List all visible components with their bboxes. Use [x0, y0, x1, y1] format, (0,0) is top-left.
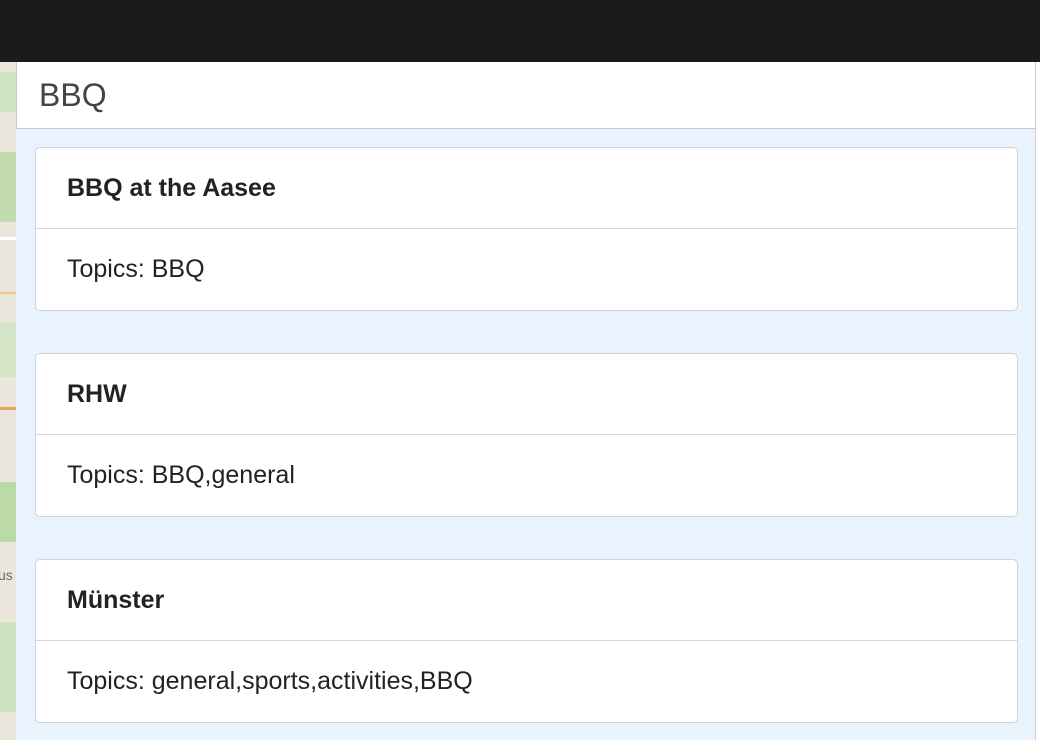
map-road: [0, 292, 16, 294]
results-panel: BBQ at the Aasee Topics: BBQ RHW Topics:…: [16, 129, 1036, 740]
map-park-area: [0, 152, 16, 222]
map-park-area: [0, 72, 16, 112]
search-input[interactable]: [39, 75, 999, 115]
search-bar: [16, 62, 1036, 129]
top-bar: [0, 0, 1040, 62]
result-title: RHW: [36, 354, 1017, 435]
result-title: BBQ at the Aasee: [36, 148, 1017, 229]
result-topics: Topics: general,sports,activities,BBQ: [67, 667, 473, 695]
result-card[interactable]: RHW Topics: BBQ,general: [35, 353, 1018, 517]
result-topics: Topics: BBQ: [67, 255, 205, 283]
result-card[interactable]: Münster Topics: general,sports,activitie…: [35, 559, 1018, 723]
map-road: [0, 407, 16, 410]
result-title: Münster: [36, 560, 1017, 641]
map-park-area: [0, 482, 16, 542]
map-road: [0, 237, 16, 240]
map-label: us: [0, 567, 13, 583]
result-card[interactable]: BBQ at the Aasee Topics: BBQ: [35, 147, 1018, 311]
map-background[interactable]: us: [0, 62, 16, 740]
map-park-area: [0, 322, 16, 377]
result-topics: Topics: BBQ,general: [67, 461, 295, 489]
map-park-area: [0, 622, 16, 712]
